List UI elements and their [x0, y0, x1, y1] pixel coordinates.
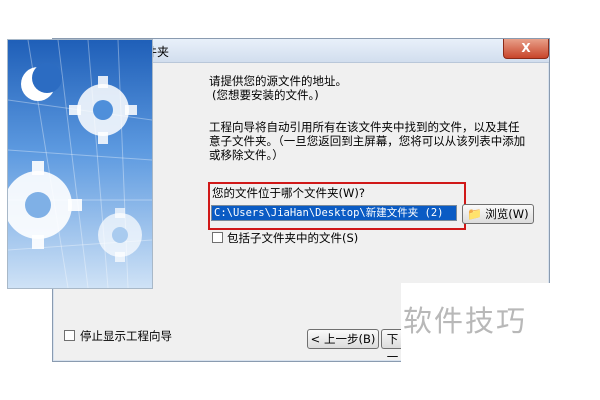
browse-button[interactable]: 📁 浏览(W) — [462, 204, 534, 224]
description-line-3: 或移除文件。） — [209, 148, 284, 162]
include-subfolders-label: 包括子文件夹中的文件(S) — [227, 231, 359, 245]
intro-line-2: (您想要安装的文件。) — [212, 88, 319, 102]
close-button[interactable]: X — [503, 39, 549, 59]
back-button[interactable]: < 上一步(B) — [307, 329, 379, 349]
folder-path-input[interactable]: C:\Users\JiaHan\Desktop\新建文件夹 (2) — [211, 205, 457, 221]
folder-question-label: 您的文件位于哪个文件夹(W)? — [212, 186, 365, 200]
watermark-text: 软件技巧 — [403, 304, 528, 338]
stop-wizard-label: 停止显示工程向导 — [80, 329, 172, 343]
description-line-2: 意子文件夹。（一旦您返回到主屏幕，您将可以从该列表中添加 — [209, 134, 526, 148]
include-subfolders-checkbox[interactable] — [212, 232, 223, 243]
stop-wizard-checkbox[interactable] — [64, 330, 75, 341]
next-button[interactable]: 下一 — [381, 329, 403, 364]
description-line-1: 工程向导将自动引用所有在该文件夹中找到的文件，以及其任 — [209, 120, 520, 134]
wizard-side-image — [7, 39, 153, 289]
browse-button-label: 浏览(W) — [485, 207, 529, 221]
folder-icon: 📁 — [467, 207, 483, 221]
intro-line-1: 请提供您的源文件的地址。 — [209, 74, 347, 88]
